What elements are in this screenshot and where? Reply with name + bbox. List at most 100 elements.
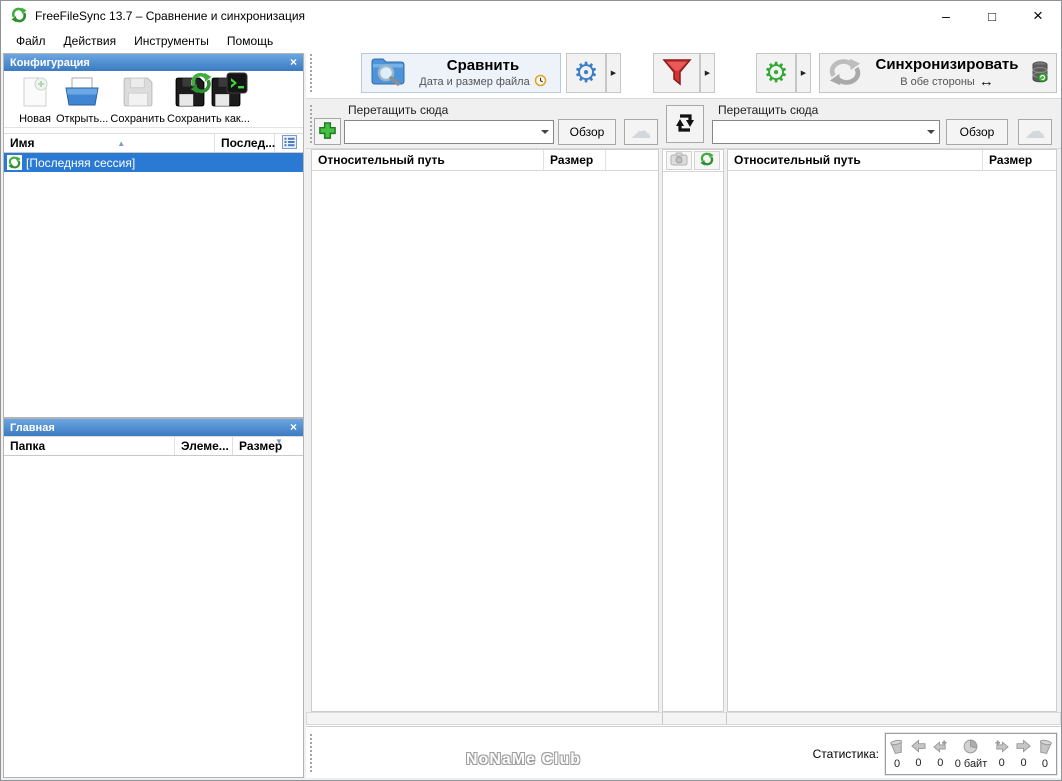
left-column-size[interactable]: Размер bbox=[544, 150, 606, 170]
menu-file[interactable]: Файл bbox=[7, 33, 55, 49]
overview-panel-close-icon[interactable]: × bbox=[290, 421, 297, 433]
clock-icon bbox=[534, 74, 547, 90]
save-as-sync-icon bbox=[174, 72, 212, 111]
overview-panel: Главная × Папка Элеме... Размер ▼ bbox=[3, 418, 304, 778]
new-document-icon bbox=[22, 76, 48, 111]
maximize-button[interactable]: □ bbox=[969, 1, 1015, 31]
config-column-last-sync[interactable]: Послед... bbox=[215, 134, 275, 152]
save-as-batch-icon bbox=[210, 72, 248, 111]
column-settings-button[interactable] bbox=[275, 134, 303, 152]
right-cloud-button[interactable]: ☁ bbox=[1018, 119, 1052, 145]
scrollbar-separator bbox=[726, 713, 727, 724]
add-folder-pair-button[interactable] bbox=[314, 118, 341, 145]
overview-panel-titlebar: Главная × bbox=[4, 419, 303, 436]
config-toolbar: Новая Открыть... Сохранить Сохранить как… bbox=[4, 71, 303, 128]
statusbar-grip[interactable] bbox=[310, 734, 314, 772]
save-as-config-button[interactable]: Сохранить как... bbox=[167, 72, 250, 125]
folder-pair-row: Перетащить сюда Обзор ☁ Перетащить сюда … bbox=[306, 98, 1061, 149]
compare-button[interactable]: Сравнить Дата и размер файла bbox=[361, 53, 561, 93]
view-type-button[interactable] bbox=[666, 151, 692, 170]
config-list-body[interactable] bbox=[4, 172, 303, 417]
overview-column-size[interactable]: Размер ▼ bbox=[233, 437, 303, 455]
title-bar: FreeFileSync 13.7 – Сравнение и синхрони… bbox=[1, 1, 1061, 31]
left-folder-combobox[interactable] bbox=[344, 120, 554, 144]
config-panel-close-icon[interactable]: × bbox=[290, 56, 297, 68]
sync-settings-gear-icon: ⚙ bbox=[763, 57, 789, 88]
right-browse-button[interactable]: Обзор bbox=[946, 119, 1008, 145]
right-column-relative-path[interactable]: Относительный путь bbox=[728, 150, 983, 170]
sync-settings-button[interactable]: ⚙ bbox=[756, 53, 796, 93]
dropdown-arrow-icon: ▶ bbox=[704, 70, 711, 77]
statistics-label: Статистика: bbox=[812, 747, 879, 761]
close-button[interactable]: × bbox=[1015, 1, 1061, 31]
stat-bytes: 0 байт bbox=[955, 739, 987, 770]
column-settings-icon bbox=[281, 134, 297, 152]
delete-right-icon bbox=[1038, 739, 1052, 757]
bytes-pie-icon bbox=[963, 739, 978, 757]
cloud-icon: ☁ bbox=[1024, 120, 1046, 143]
plus-icon bbox=[318, 121, 337, 143]
left-browse-button[interactable]: Обзор bbox=[558, 119, 616, 145]
file-grids: Относительный путь Размер Относительный … bbox=[306, 149, 1061, 712]
right-column-size[interactable]: Размер bbox=[983, 150, 1056, 170]
workspace: Сравнить Дата и размер файла ⚙ ▶ ▶ ⚙ ▶ С… bbox=[306, 47, 1061, 778]
statistics-box: 0 0 0 0 байт 0 0 0 bbox=[884, 732, 1058, 776]
filter-dropdown-button[interactable]: ▶ bbox=[700, 53, 715, 93]
open-folder-icon bbox=[63, 76, 101, 111]
menu-help[interactable]: Помощь bbox=[218, 33, 282, 49]
new-config-button[interactable]: Новая bbox=[16, 73, 54, 125]
left-grid-body[interactable] bbox=[312, 171, 658, 711]
left-column-relative-path[interactable]: Относительный путь bbox=[312, 150, 544, 170]
window-title: FreeFileSync 13.7 – Сравнение и синхрони… bbox=[35, 9, 306, 23]
save-floppy-icon bbox=[122, 76, 154, 111]
overview-column-items[interactable]: Элеме... bbox=[175, 437, 233, 455]
right-grid-header: Относительный путь Размер bbox=[728, 150, 1056, 171]
minimize-button[interactable]: – bbox=[923, 1, 969, 31]
overview-panel-title: Главная bbox=[10, 421, 55, 434]
overview-body[interactable] bbox=[4, 456, 303, 777]
toolbar-grip[interactable] bbox=[310, 54, 314, 92]
synchronize-button[interactable]: Синхронизировать В обе стороны ↔ bbox=[819, 53, 1057, 93]
swap-sides-button[interactable] bbox=[666, 105, 704, 143]
middle-grid bbox=[662, 149, 724, 712]
update-right-icon bbox=[1016, 739, 1031, 756]
menu-actions[interactable]: Действия bbox=[55, 33, 126, 49]
watermark-text: NoNaMe Club bbox=[466, 751, 581, 768]
overview-header: Папка Элеме... Размер ▼ bbox=[4, 436, 303, 456]
left-drop-hint: Перетащить сюда bbox=[348, 103, 449, 117]
comparison-settings-dropdown-button[interactable]: ▶ bbox=[606, 53, 621, 93]
both-ways-arrow-icon: ↔ bbox=[978, 73, 994, 90]
stat-delete-right: 0 bbox=[1038, 739, 1052, 770]
swap-view-sync-button[interactable] bbox=[694, 151, 720, 170]
main-toolbar: Сравнить Дата и размер файла ⚙ ▶ ▶ ⚙ ▶ С… bbox=[306, 47, 1061, 98]
filter-settings-button[interactable] bbox=[653, 53, 700, 93]
left-cloud-button[interactable]: ☁ bbox=[624, 119, 658, 145]
config-panel-titlebar: Конфигурация × bbox=[4, 54, 303, 71]
config-panel: Конфигурация × Новая Открыть... Сохранит… bbox=[3, 53, 304, 418]
stat-update-left: 0 bbox=[911, 739, 926, 769]
comparison-settings-button[interactable]: ⚙ bbox=[566, 53, 606, 93]
config-column-name[interactable]: Имя ▲ bbox=[4, 134, 215, 152]
horizontal-scrollbar[interactable] bbox=[306, 712, 1061, 725]
sync-settings-dropdown-button[interactable]: ▶ bbox=[796, 53, 811, 93]
save-config-button[interactable]: Сохранить bbox=[110, 73, 165, 125]
new-config-label: Новая bbox=[19, 113, 51, 125]
preview-camera-icon bbox=[670, 152, 688, 169]
menu-tools[interactable]: Инструменты bbox=[125, 33, 218, 49]
dropdown-arrow-icon: ▶ bbox=[610, 70, 617, 77]
sync-variant-label: В обе стороны bbox=[900, 75, 975, 88]
comparison-settings-gear-icon: ⚙ bbox=[573, 57, 599, 88]
save-as-config-label: Сохранить как... bbox=[167, 113, 250, 125]
config-panel-title: Конфигурация bbox=[10, 56, 90, 69]
config-row-last-session[interactable]: [Последняя сессия] bbox=[4, 153, 303, 172]
overview-column-folder[interactable]: Папка bbox=[4, 437, 175, 455]
delete-left-icon bbox=[890, 739, 904, 757]
middle-grid-body[interactable] bbox=[663, 172, 723, 711]
combo-arrow-icon bbox=[536, 121, 553, 143]
right-folder-combobox[interactable] bbox=[712, 120, 940, 144]
stat-create-right: 0 bbox=[994, 739, 1009, 769]
stat-delete-left: 0 bbox=[890, 739, 904, 770]
right-grid-body[interactable] bbox=[728, 171, 1056, 711]
swap-sides-icon bbox=[673, 111, 697, 138]
open-config-button[interactable]: Открыть... bbox=[56, 73, 108, 125]
